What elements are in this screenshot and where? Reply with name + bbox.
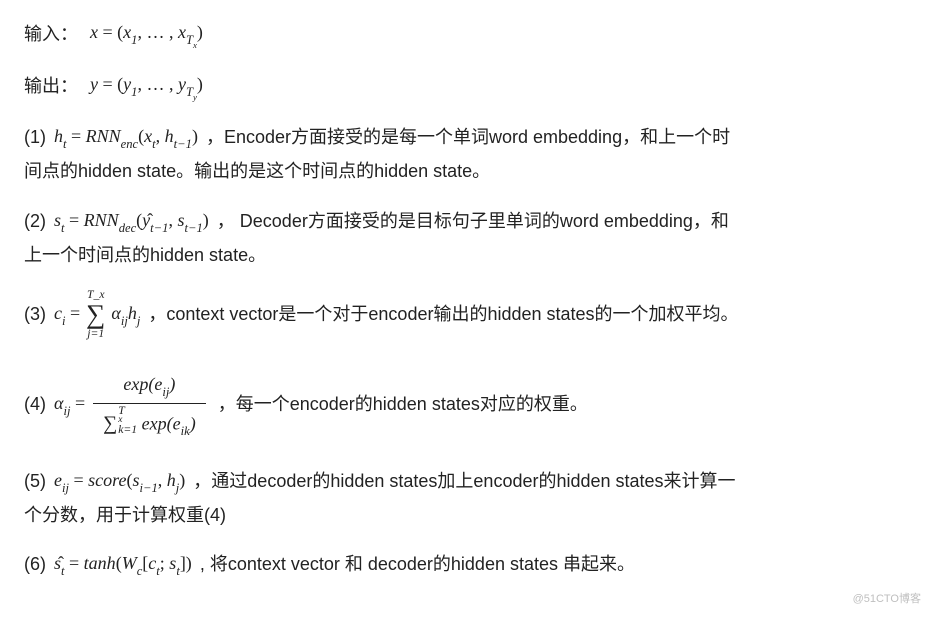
item-4-num: (4): [24, 390, 46, 419]
item-2-desc2: 上一个时间点的hidden state。: [24, 241, 911, 270]
watermark: @51CTO博客: [853, 591, 921, 609]
item-1: (1) ht = RNNenc(xt, ht−1) ，Encoder方面接受的是…: [24, 122, 911, 153]
item-3-num: (3): [24, 300, 46, 329]
item-5-desc: ，通过decoder的hidden states加上encoder的hidden…: [193, 467, 735, 496]
item-5: (5) eij = score(si−1, hj) ，通过decoder的hid…: [24, 466, 911, 497]
item-4-desc: ，每一个encoder的hidden states对应的权重。: [218, 390, 588, 419]
item-1-num: (1): [24, 123, 46, 152]
output-label: 输出：: [24, 72, 78, 101]
item-3: (3) ci = T_x ∑ j=1 αijhj ，context vector…: [24, 289, 911, 339]
item-4-lhs: αij =: [54, 389, 85, 420]
item-5-formula: eij = score(si−1, hj): [54, 466, 185, 497]
item-2-num: (2): [24, 207, 46, 236]
input-formula: x = (x1, … , xTx): [90, 18, 203, 50]
item-2-formula: st = RNNdec(ŷt−1, st−1): [54, 206, 209, 237]
fraction: exp(eij) ∑Txk=1 exp(eik): [93, 368, 206, 442]
item-3-desc: ，context vector是一个对于encoder输出的hidden sta…: [148, 300, 738, 329]
item-2: (2) st = RNNdec(ŷt−1, st−1) ， Decoder方面…: [24, 206, 911, 237]
item-2-desc: ， Decoder方面接受的是目标句子里单词的word embedding，和: [217, 207, 729, 236]
item-1-desc2: 间点的hidden state。输出的是这个时间点的hidden state。: [24, 157, 911, 186]
item-3-lhs: ci =: [54, 299, 80, 330]
item-1-desc: ，Encoder方面接受的是每一个单词word embedding，和上一个时: [206, 123, 730, 152]
output-row: 输出： y = (y1, … , yTy): [24, 70, 911, 102]
item-6-formula: ŝt = tanh(Wc[ct; st]): [54, 549, 192, 580]
item-6-num: (6): [24, 550, 46, 579]
input-label: 输入：: [24, 20, 78, 49]
item-4: (4) αij = exp(eij) ∑Txk=1 exp(eik) ，每一个e…: [24, 368, 911, 442]
summation-icon: T_x ∑ j=1: [86, 289, 105, 339]
input-row: 输入： x = (x1, … , xTx): [24, 18, 911, 50]
item-3-rhs: αijhj: [111, 299, 140, 330]
item-6: (6) ŝt = tanh(Wc[ct; st]) , 将context ve…: [24, 549, 911, 580]
output-formula: y = (y1, … , yTy): [90, 70, 203, 102]
item-1-formula: ht = RNNenc(xt, ht−1): [54, 122, 198, 153]
item-6-desc: , 将context vector 和 decoder的hidden state…: [200, 550, 635, 579]
item-5-desc2: 个分数，用于计算权重(4): [24, 501, 911, 530]
item-5-num: (5): [24, 467, 46, 496]
